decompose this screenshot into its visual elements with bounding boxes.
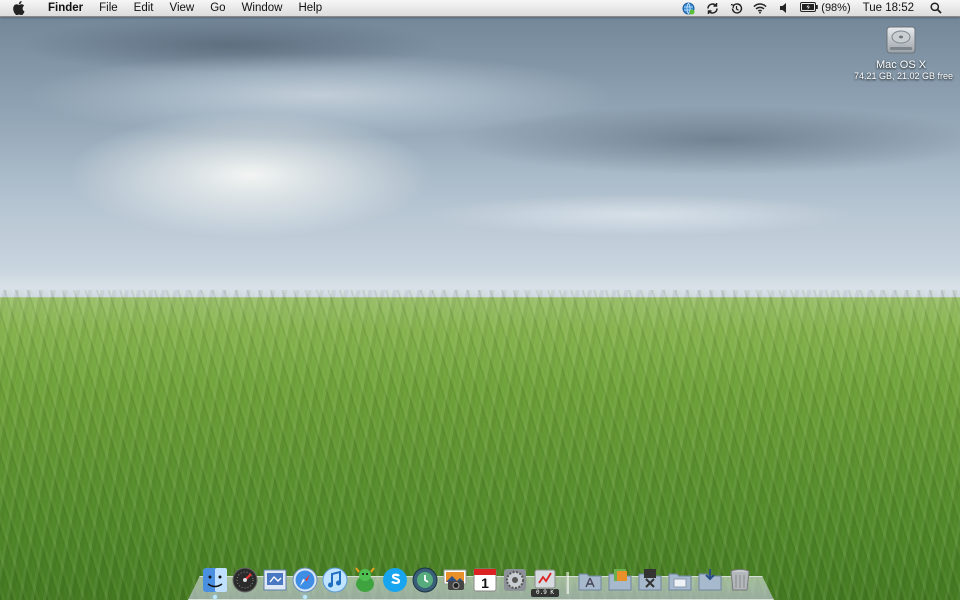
volume-icon[interactable] [777,1,791,15]
battery-icon [800,1,819,15]
folder-stack-icon[interactable] [666,566,694,594]
dashboard-icon[interactable] [231,566,259,594]
apple-menu-icon[interactable] [12,1,30,15]
sync-icon[interactable] [705,1,719,15]
utilities-stack-icon[interactable] [636,566,664,594]
hard-drive-icon [884,22,918,58]
globe-sync-icon[interactable] [681,1,695,15]
spotlight-icon[interactable] [929,1,943,15]
skype-icon[interactable] [381,566,409,594]
itunes-icon[interactable] [321,566,349,594]
finder-running-indicator [213,595,217,599]
menu-go[interactable]: Go [202,0,233,16]
menu-help[interactable]: Help [290,0,330,16]
drive-info: 74.21 GB, 21.02 GB free [854,71,954,81]
ical-day-number: 1 [481,575,489,591]
menu-edit[interactable]: Edit [126,0,162,16]
menu-file[interactable]: File [91,0,126,16]
network-speed-badge: 0.9 K [531,589,559,597]
menu-view[interactable]: View [162,0,203,16]
trash-icon[interactable] [726,566,754,594]
drive-name: Mac OS X [875,59,927,71]
system-preferences-icon[interactable] [501,566,529,594]
documents-stack-icon[interactable] [606,566,634,594]
dock: 1 0.9 K [188,566,774,600]
safari-icon[interactable] [291,566,319,599]
menu-clock[interactable]: Tue 18:52 [863,2,914,14]
finder-icon[interactable] [201,566,229,599]
downloads-stack-icon[interactable] [696,566,724,594]
mail-icon[interactable] [261,566,289,594]
menu-bar: Finder File Edit View Go Window Help (98… [0,0,960,17]
battery-status[interactable]: (98%) [800,1,851,15]
menu-app-finder[interactable]: Finder [40,0,91,16]
dock-separator [566,572,569,594]
safari-running-indicator [303,595,307,599]
menu-window[interactable]: Window [234,0,291,16]
battery-percent: (98%) [821,2,851,14]
wifi-icon[interactable] [753,1,767,15]
desktop-drive-mac-os-x[interactable]: Mac OS X 74.21 GB, 21.02 GB free [854,22,954,81]
adium-icon[interactable] [351,566,379,594]
desktop-wallpaper [0,0,960,600]
time-machine-icon[interactable] [729,1,743,15]
ical-icon[interactable]: 1 [471,566,499,594]
applications-stack-icon[interactable] [576,566,604,594]
network-monitor-icon[interactable]: 0.9 K [531,566,559,597]
time-machine-dock-icon[interactable] [411,566,439,594]
iphoto-icon[interactable] [441,566,469,594]
